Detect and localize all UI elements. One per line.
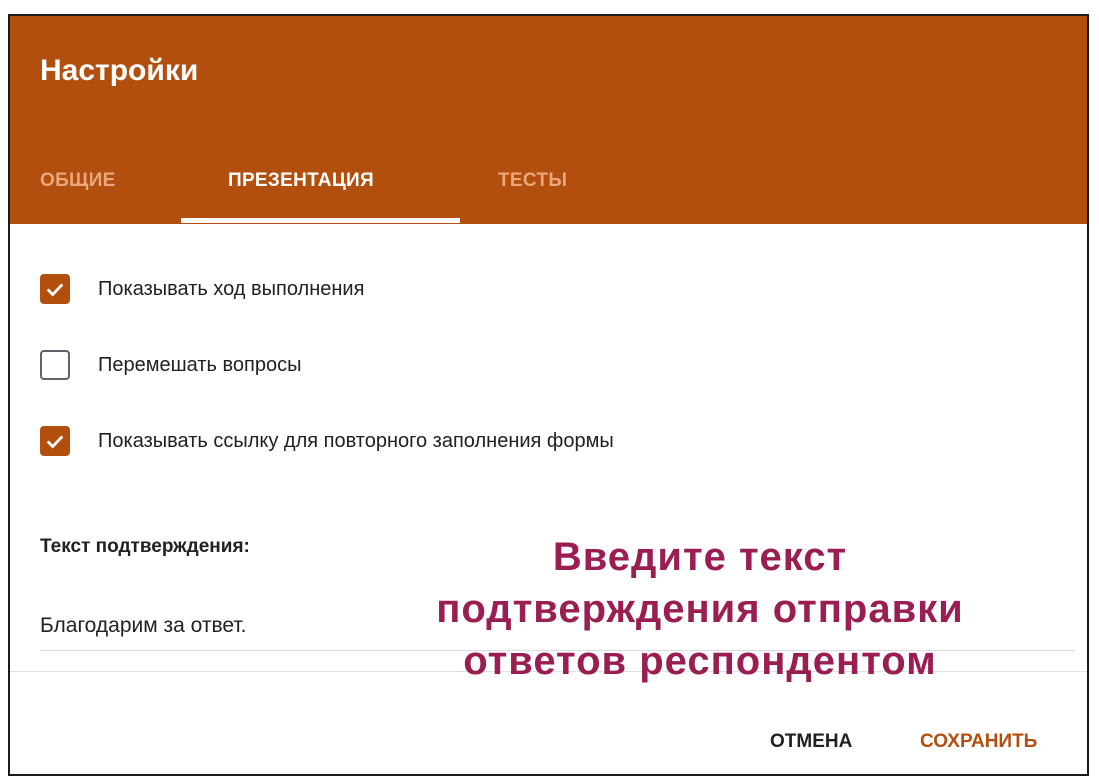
instruction-annotation: Введите текст подтверждения отправки отв… [345, 531, 1055, 687]
annotation-line-1: Введите текст [552, 535, 848, 579]
tab-presentation[interactable]: ПРЕЗЕНТАЦИЯ [228, 170, 374, 192]
option-shuffle-questions[interactable]: Перемешать вопросы [40, 348, 301, 382]
tab-general[interactable]: ОБЩИЕ [40, 170, 116, 192]
shuffle-questions-label: Перемешать вопросы [98, 353, 302, 376]
annotation-line-2: подтверждения отправки [436, 587, 964, 631]
dialog-header: Настройки ОБЩИЕ ПРЕЗЕНТАЦИЯ ТЕСТЫ [10, 16, 1087, 224]
show-resubmit-link-label: Показывать ссылку для повторного заполне… [98, 429, 614, 452]
show-resubmit-link-checkbox[interactable] [40, 426, 70, 456]
option-show-progress[interactable]: Показывать ход выполнения [40, 272, 364, 306]
check-icon [46, 283, 64, 297]
tab-tests[interactable]: ТЕСТЫ [498, 170, 567, 192]
confirmation-heading: Текст подтверждения: [40, 536, 250, 557]
cancel-button[interactable]: ОТМЕНА [770, 731, 852, 753]
option-show-resubmit-link[interactable]: Показывать ссылку для повторного заполне… [40, 424, 614, 458]
annotation-line-3: ответов респондентом [463, 639, 937, 683]
show-progress-checkbox[interactable] [40, 274, 70, 304]
dialog-title: Настройки [40, 54, 199, 87]
save-button[interactable]: СОХРАНИТЬ [920, 731, 1037, 753]
active-tab-indicator [181, 218, 460, 223]
settings-dialog: Настройки ОБЩИЕ ПРЕЗЕНТАЦИЯ ТЕСТЫ Показы… [8, 14, 1089, 776]
shuffle-questions-checkbox[interactable] [40, 350, 70, 380]
show-progress-label: Показывать ход выполнения [98, 277, 365, 300]
check-icon [46, 435, 64, 449]
confirmation-text-value: Благодарим за ответ. [40, 614, 247, 637]
